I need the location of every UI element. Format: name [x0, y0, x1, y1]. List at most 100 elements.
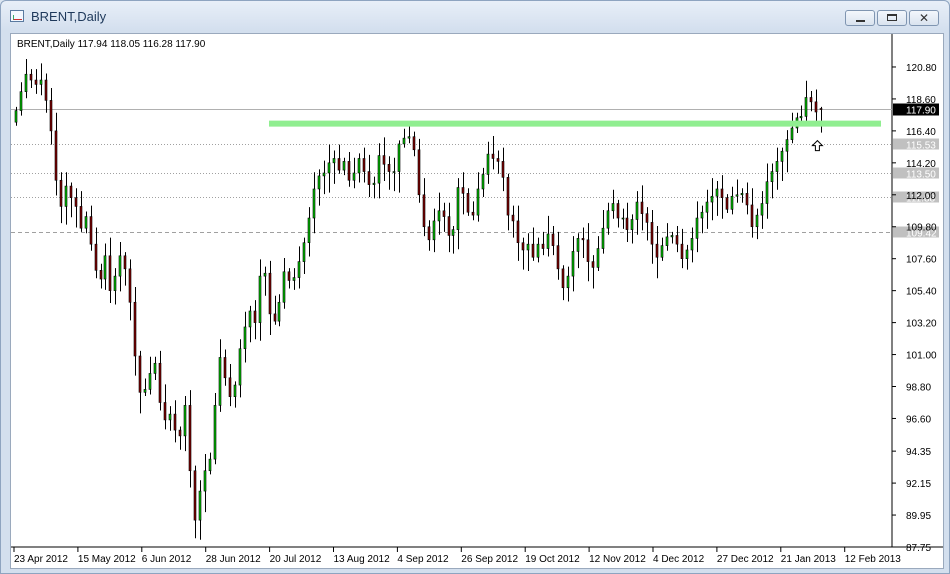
time-tick-label: 28 Jun 2012 [206, 554, 261, 565]
candle-body [586, 239, 590, 262]
candle-body [511, 214, 515, 222]
candle-body [516, 220, 520, 244]
price-tick-label: 120.80 [906, 63, 937, 74]
candle-body [456, 187, 460, 230]
candle-body [432, 220, 436, 241]
candle-body [113, 275, 117, 291]
chart-window: BRENT,Daily ✕ 115.53 113.50 111.88 109.42 1… [0, 0, 950, 574]
candle-body [138, 355, 142, 393]
candle-body [317, 175, 321, 190]
candle-body [297, 261, 301, 278]
candle-body [342, 161, 346, 171]
candle-body [218, 357, 222, 406]
candle-body [422, 194, 426, 228]
candle-body [765, 181, 769, 204]
candle-body [24, 73, 28, 92]
candle-body [556, 245, 560, 270]
candle-body [571, 251, 575, 277]
candle-body [19, 91, 23, 111]
candle-body [755, 214, 759, 228]
candle-body [814, 101, 818, 113]
current-price-label: 117.90 [906, 106, 936, 117]
price-tick-label: 92.15 [906, 479, 931, 490]
candle-body [770, 171, 774, 183]
candle-body [655, 243, 659, 258]
candle-body [491, 153, 495, 159]
candle-body [287, 271, 291, 281]
level-label: 115.53 [906, 141, 936, 152]
candle-body [785, 139, 789, 152]
candle-body [496, 158, 500, 162]
candle-body [790, 127, 794, 140]
candle-body [34, 79, 38, 85]
candle-body [635, 201, 639, 220]
candle-body [79, 206, 83, 229]
candle-body [367, 171, 371, 185]
candle-body [476, 188, 480, 216]
candle-body [183, 405, 187, 437]
candle-body [173, 413, 177, 431]
candlestick-chart[interactable]: 115.53113.50111.88109.42 120.80118.60116… [11, 34, 943, 568]
candle-body [213, 405, 217, 460]
candle-body [630, 219, 634, 230]
candle-body [670, 235, 674, 238]
chart-window-icon[interactable] [10, 10, 24, 22]
candle-body [451, 229, 455, 236]
candle-body [442, 210, 446, 217]
chart-background [11, 34, 943, 568]
candle-body [74, 197, 78, 207]
candle-body [352, 172, 356, 181]
candle-body [243, 326, 247, 350]
candle-body [407, 136, 411, 139]
candle-body [705, 201, 709, 213]
candle-body [14, 110, 18, 123]
candle-body [621, 217, 625, 220]
minimize-icon [856, 20, 865, 22]
candle-body [133, 301, 137, 357]
candle-body [809, 97, 813, 103]
candle-body [312, 188, 316, 219]
candle-body [775, 161, 779, 172]
candle-body [481, 174, 485, 190]
candle-body [447, 216, 451, 236]
candle-body [561, 268, 565, 289]
candle-body [84, 216, 88, 229]
candle-body [193, 470, 197, 521]
candle-body [69, 185, 73, 198]
candle-body [685, 249, 689, 259]
candle-body [29, 73, 33, 81]
candle-body [427, 226, 431, 241]
candle-body [178, 429, 182, 437]
candle-body [248, 310, 252, 328]
candle-body [799, 116, 803, 119]
candle-body [501, 161, 505, 178]
title-bar[interactable]: BRENT,Daily ✕ [1, 1, 949, 31]
time-tick-label: 15 May 2012 [78, 554, 136, 565]
maximize-button[interactable] [877, 10, 907, 26]
candle-body [158, 362, 162, 403]
candle-body [397, 143, 401, 172]
candle-body [277, 301, 281, 322]
candle-body [760, 203, 764, 216]
candle-body [466, 193, 470, 213]
candle-body [819, 108, 823, 110]
candle-body [54, 130, 58, 181]
time-tick-label: 26 Sep 2012 [461, 554, 518, 565]
candle-body [606, 210, 610, 229]
candle-body [660, 245, 664, 258]
time-tick-label: 23 Apr 2012 [14, 554, 68, 565]
candle-body [327, 162, 331, 174]
candle-body [551, 233, 555, 246]
minimize-button[interactable] [845, 10, 875, 26]
candle-body [94, 243, 98, 271]
chart-area[interactable]: 115.53 113.50 111.88 109.42 120.80 118.60 116… [10, 33, 944, 569]
price-tick-label: 94.35 [906, 447, 931, 458]
candle-body [238, 348, 242, 386]
price-tick-label: 116.40 [906, 127, 936, 138]
candle-body [233, 384, 237, 397]
candle-body [362, 158, 366, 172]
time-tick-label: 27 Dec 2012 [717, 554, 774, 565]
candle-body [188, 405, 192, 472]
close-button[interactable]: ✕ [909, 10, 939, 26]
candle-body [337, 158, 341, 171]
